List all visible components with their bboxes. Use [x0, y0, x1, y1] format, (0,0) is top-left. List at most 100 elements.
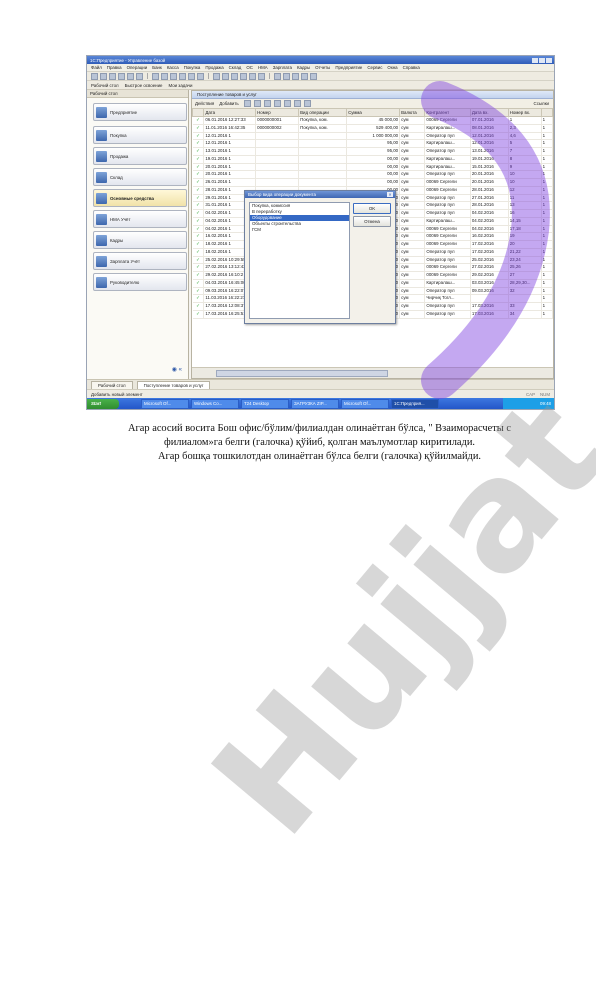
scroll-thumb[interactable] [216, 370, 388, 377]
sort-icon[interactable] [293, 100, 301, 107]
toolbar-icon[interactable] [274, 72, 281, 80]
taskbar-item[interactable]: Windows Co... [191, 398, 239, 409]
toolbar-icon[interactable] [109, 72, 116, 80]
nav-item[interactable]: Зарплата Учёт [93, 252, 187, 270]
menu-item[interactable]: Склад [229, 65, 242, 70]
column-header[interactable] [192, 108, 205, 117]
nav-item[interactable]: Предприятие [93, 103, 187, 121]
table-cell: 1 000 000,00 [346, 132, 401, 141]
cancel-button[interactable]: Отмена [353, 216, 391, 227]
menu-item[interactable]: Окна [387, 65, 397, 70]
column-header[interactable]: Дата [203, 108, 257, 117]
column-header[interactable]: Валюта [399, 108, 426, 117]
taskbar-item[interactable]: Microsoft Of... [141, 398, 189, 409]
menu-item[interactable]: Банк [152, 65, 162, 70]
toolbar-icon[interactable] [240, 72, 247, 80]
table-row[interactable]: ✓ 26.01.2016 1 00,00 сум 00069 Сергели 20.01.… [192, 178, 553, 187]
column-header[interactable]: Номер вх. [507, 108, 542, 117]
toolbar-icon[interactable] [100, 72, 107, 80]
menu-item[interactable]: Зарплата [273, 65, 292, 70]
toolbar-icon[interactable] [127, 72, 134, 80]
column-header[interactable]: Контрагент [424, 108, 471, 117]
nav-item[interactable]: Руководителю [93, 273, 187, 291]
nav-item[interactable]: Продажа [93, 147, 187, 165]
nav-item[interactable]: Основные средства [93, 189, 187, 207]
copy-icon[interactable] [243, 100, 251, 107]
delete-icon[interactable] [263, 100, 271, 107]
table-row[interactable]: ✓ 13.01.2016 1 95,00 сум Оператор пул 13.01.2… [192, 147, 553, 156]
start-button[interactable]: Start [87, 398, 119, 409]
actions-menu[interactable]: Действия [195, 101, 214, 106]
toolbar-icon[interactable] [213, 72, 220, 80]
menu-item[interactable]: Кадры [297, 65, 310, 70]
toolbar-icon[interactable] [222, 72, 229, 80]
table-row[interactable]: ✓ 20.01.2016 1 00,00 сум Картиралаш... 15.01.… [192, 163, 553, 172]
taskbar-item[interactable]: ЗАГРУЗКА ZIP... [291, 398, 339, 409]
menu-item[interactable]: Продажа [205, 65, 223, 70]
taskbar-item[interactable]: Microsoft Of... [341, 398, 389, 409]
menu-item[interactable]: НМА [258, 65, 268, 70]
links-button[interactable]: Ссылки [534, 101, 549, 106]
minimize-button[interactable] [532, 57, 538, 63]
column-header[interactable]: Номер [255, 108, 300, 117]
taskbar-item[interactable]: 1С:Предприя... [391, 398, 439, 409]
menu-item[interactable]: Сервис [367, 65, 382, 70]
menu-item[interactable]: Предприятие [335, 65, 362, 70]
close-button[interactable] [546, 57, 552, 63]
toolbar-icon[interactable] [91, 72, 98, 80]
toolbar-icon[interactable] [170, 72, 177, 80]
nav-item[interactable]: Кадры [93, 231, 187, 249]
collapse-icon[interactable]: ◉ « [172, 366, 182, 373]
menu-item[interactable]: Отчеты [315, 65, 330, 70]
menu-item[interactable]: Покупка [184, 65, 201, 70]
toolbar-icon[interactable] [136, 72, 143, 80]
toolbar-icon[interactable] [258, 72, 265, 80]
taskbar-item[interactable]: Т24 Desktop [241, 398, 289, 409]
maximize-button[interactable] [539, 57, 545, 63]
table-cell: сум [399, 194, 426, 203]
nav-item[interactable]: НМА Учёт [93, 210, 187, 228]
toolbar-icon[interactable] [301, 72, 308, 80]
table-row[interactable]: ✓ 06.01.2016 12:27:33 0000000001 Покупка, к… [192, 116, 553, 125]
refresh-icon[interactable] [283, 100, 291, 107]
column-header[interactable] [540, 108, 553, 117]
menu-item[interactable]: Операции [127, 65, 148, 70]
toolbar-my-tasks[interactable]: Мои задачи [168, 83, 192, 88]
table-row[interactable]: ✓ 12.01.2016 1 95,00 сум Картиралаш... 12.01.… [192, 139, 553, 148]
toolbar-icon[interactable] [118, 72, 125, 80]
menu-item[interactable]: Касса [167, 65, 179, 70]
toolbar-icon[interactable] [249, 72, 256, 80]
operation-option[interactable]: ГСМ [250, 227, 349, 233]
toolbar-icon[interactable] [152, 72, 159, 80]
nav-item[interactable]: Покупка [93, 126, 187, 144]
toolbar-quick-start[interactable]: Быстрое освоение [125, 83, 163, 88]
table-row[interactable]: ✓ 12.01.2016 11 000 000,00 сум Оператор пул… [192, 132, 553, 141]
toolbar-icon[interactable] [179, 72, 186, 80]
ok-button[interactable]: OK [353, 203, 391, 214]
toolbar-icon[interactable] [197, 72, 204, 80]
column-header[interactable]: Вид операции [298, 108, 348, 117]
edit-icon[interactable] [253, 100, 261, 107]
print-icon[interactable] [303, 100, 311, 107]
add-button[interactable]: Добавить [219, 101, 238, 106]
toolbar-icon[interactable] [283, 72, 290, 80]
menu-item[interactable]: Правка [107, 65, 122, 70]
horizontal-scrollbar[interactable] [192, 367, 553, 378]
toolbar-icon[interactable] [161, 72, 168, 80]
column-header[interactable]: Сумма [346, 108, 401, 117]
menu-item[interactable]: Справка [403, 65, 420, 70]
menu-item[interactable]: Файл [91, 65, 102, 70]
table-row[interactable]: ✓ 20.01.2016 1 00,00 сум Оператор пул 20.01.2… [192, 170, 553, 179]
toolbar-icon[interactable] [188, 72, 195, 80]
nav-item[interactable]: Склад [93, 168, 187, 186]
column-header[interactable]: Дата вх. [469, 108, 509, 117]
dialog-close-icon[interactable]: ✕ [387, 192, 393, 197]
table-row[interactable]: ✓ 11.01.2016 16:42:35 0000000002 Покупка, к… [192, 124, 553, 133]
filter-icon[interactable] [273, 100, 281, 107]
toolbar-icon[interactable] [292, 72, 299, 80]
toolbar-icon[interactable] [231, 72, 238, 80]
table-row[interactable]: ✓ 19.01.2016 1 00,00 сум Картиралаш... 19.01.… [192, 155, 553, 164]
toolbar-icon[interactable] [310, 72, 317, 80]
toolbar-desktop[interactable]: Рабочий стол [91, 83, 119, 88]
menu-item[interactable]: ОС [246, 65, 253, 70]
